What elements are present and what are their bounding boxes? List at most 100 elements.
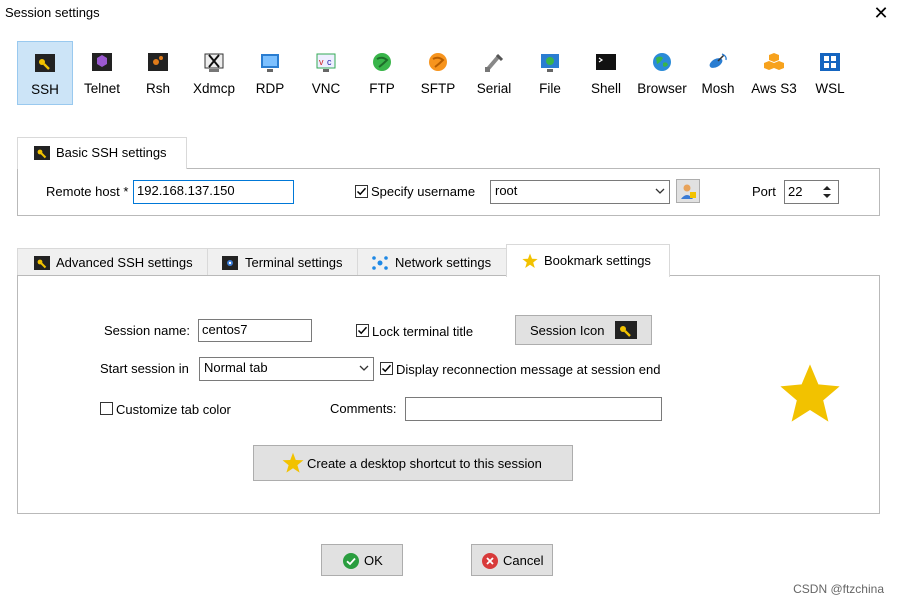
windows-icon xyxy=(820,53,840,71)
protocol-xdmcp-button[interactable]: Xdmcp xyxy=(186,41,242,105)
tab-terminal-settings[interactable]: Terminal settings xyxy=(207,248,358,276)
spinner-arrows-icon[interactable] xyxy=(822,183,832,201)
key-icon xyxy=(35,54,55,72)
lock-terminal-title-checkbox[interactable] xyxy=(356,324,369,337)
vnc-icon: vc xyxy=(316,53,336,72)
lock-terminal-title-label: Lock terminal title xyxy=(372,324,474,339)
xdmcp-icon xyxy=(204,53,224,72)
specify-username-checkbox[interactable] xyxy=(355,185,368,198)
session-icon-label: Session Icon xyxy=(530,323,605,338)
protocol-label: VNC xyxy=(311,81,341,96)
key-icon xyxy=(34,146,50,160)
user-manager-button[interactable] xyxy=(676,179,700,203)
port-value: 22 xyxy=(788,184,803,199)
tab-advanced-ssh-settings[interactable]: Advanced SSH settings xyxy=(17,248,208,276)
check-circle-icon xyxy=(343,553,359,569)
protocol-telnet-button[interactable]: Telnet xyxy=(74,41,130,105)
shell-icon xyxy=(596,54,616,70)
ftp-icon xyxy=(373,53,391,71)
telnet-icon xyxy=(92,53,112,71)
protocol-ftp-button[interactable]: FTP xyxy=(354,41,410,105)
shortcut-label: Create a desktop shortcut to this sessio… xyxy=(307,456,542,471)
serial-icon xyxy=(485,53,504,72)
window-title: Session settings xyxy=(5,5,100,20)
globe-icon xyxy=(653,53,671,71)
display-reconnection-checkbox[interactable] xyxy=(380,362,393,375)
protocol-label: Aws S3 xyxy=(751,81,797,96)
svg-text:v: v xyxy=(319,57,324,67)
protocol-label: Mosh xyxy=(701,81,735,96)
start-session-value: Normal tab xyxy=(204,360,268,375)
display-reconnection-label: Display reconnection message at session … xyxy=(396,362,661,377)
protocol-label: FTP xyxy=(369,81,395,96)
protocol-ssh-button[interactable]: SSH xyxy=(17,41,73,105)
protocol-label: SSH xyxy=(31,82,59,97)
rsh-icon xyxy=(148,53,168,71)
protocol-sftp-button[interactable]: SFTP xyxy=(410,41,466,105)
cancel-label: Cancel xyxy=(503,553,544,568)
create-desktop-shortcut-button[interactable]: Create a desktop shortcut to this sessio… xyxy=(253,445,573,481)
close-icon[interactable]: ✕ xyxy=(872,3,890,23)
satellite-icon xyxy=(709,53,727,68)
protocol-rdp-button[interactable]: RDP xyxy=(242,41,298,105)
customize-tab-color-checkbox[interactable] xyxy=(100,402,113,415)
key-icon xyxy=(34,256,50,270)
ok-button[interactable]: OK xyxy=(321,544,403,576)
key-icon xyxy=(615,321,637,339)
protocol-label: RDP xyxy=(255,81,285,96)
chevron-down-icon xyxy=(359,365,369,371)
ok-label: OK xyxy=(364,553,383,568)
user-icon xyxy=(681,184,696,199)
protocol-label: Telnet xyxy=(83,81,121,96)
title-bar: Session settings ✕ xyxy=(0,0,898,28)
tab-label: Advanced SSH settings xyxy=(56,255,193,270)
protocol-label: SFTP xyxy=(420,81,456,96)
port-spinner[interactable]: 22 xyxy=(784,180,839,204)
svg-text:c: c xyxy=(327,57,332,67)
specify-username-label: Specify username xyxy=(371,184,476,199)
protocol-serial-button[interactable]: Serial xyxy=(466,41,522,105)
remote-host-input[interactable]: 192.168.137.150 xyxy=(133,180,294,204)
protocol-vnc-button[interactable]: v c VNC xyxy=(298,41,354,105)
protocol-wsl-button[interactable]: WSL xyxy=(802,41,858,105)
protocol-label: WSL xyxy=(815,81,845,96)
tab-basic-ssh-settings[interactable]: Basic SSH settings xyxy=(17,137,187,169)
protocol-file-button[interactable]: File xyxy=(522,41,578,105)
username-combo[interactable]: root xyxy=(490,180,670,204)
protocol-label: Rsh xyxy=(145,81,170,96)
protocol-rsh-button[interactable]: Rsh xyxy=(130,41,186,105)
checkmark-icon xyxy=(356,187,367,196)
session-name-label: Session name: xyxy=(104,323,190,338)
file-icon xyxy=(541,54,559,72)
cancel-button[interactable]: Cancel xyxy=(471,544,553,576)
large-star-icon xyxy=(780,364,840,422)
tab-label: Bookmark settings xyxy=(544,253,651,268)
protocol-shell-button[interactable]: Shell xyxy=(578,41,634,105)
start-session-combo[interactable]: Normal tab xyxy=(199,357,374,381)
cancel-circle-icon xyxy=(482,553,498,569)
tab-bookmark-settings[interactable]: Bookmark settings xyxy=(506,244,670,277)
terminal-icon xyxy=(222,256,238,270)
protocol-browser-button[interactable]: Browser xyxy=(634,41,690,105)
session-icon-button[interactable]: Session Icon xyxy=(515,315,652,345)
protocol-label: Xdmcp xyxy=(192,81,236,96)
protocol-aws-s3-button[interactable]: Aws S3 xyxy=(746,41,802,105)
username-value: root xyxy=(495,183,518,198)
watermark: CSDN @ftzchina xyxy=(793,582,884,596)
session-name-input[interactable]: centos7 xyxy=(198,319,312,342)
protocol-mosh-button[interactable]: Mosh xyxy=(690,41,746,105)
remote-host-label: Remote host * xyxy=(46,184,129,199)
protocol-label: Browser xyxy=(637,81,687,96)
rdp-icon xyxy=(261,54,279,72)
comments-label: Comments: xyxy=(330,401,397,416)
customize-tab-color-label: Customize tab color xyxy=(116,402,231,417)
tab-network-settings[interactable]: Network settings xyxy=(357,248,507,276)
tab-label: Terminal settings xyxy=(245,255,343,270)
port-label: Port xyxy=(752,184,776,199)
checkmark-icon xyxy=(381,364,392,373)
comments-input[interactable] xyxy=(405,397,662,421)
tab-label: Network settings xyxy=(395,255,492,270)
tab-label: Basic SSH settings xyxy=(56,145,167,160)
checkmark-icon xyxy=(357,326,368,335)
sftp-icon xyxy=(429,53,447,71)
